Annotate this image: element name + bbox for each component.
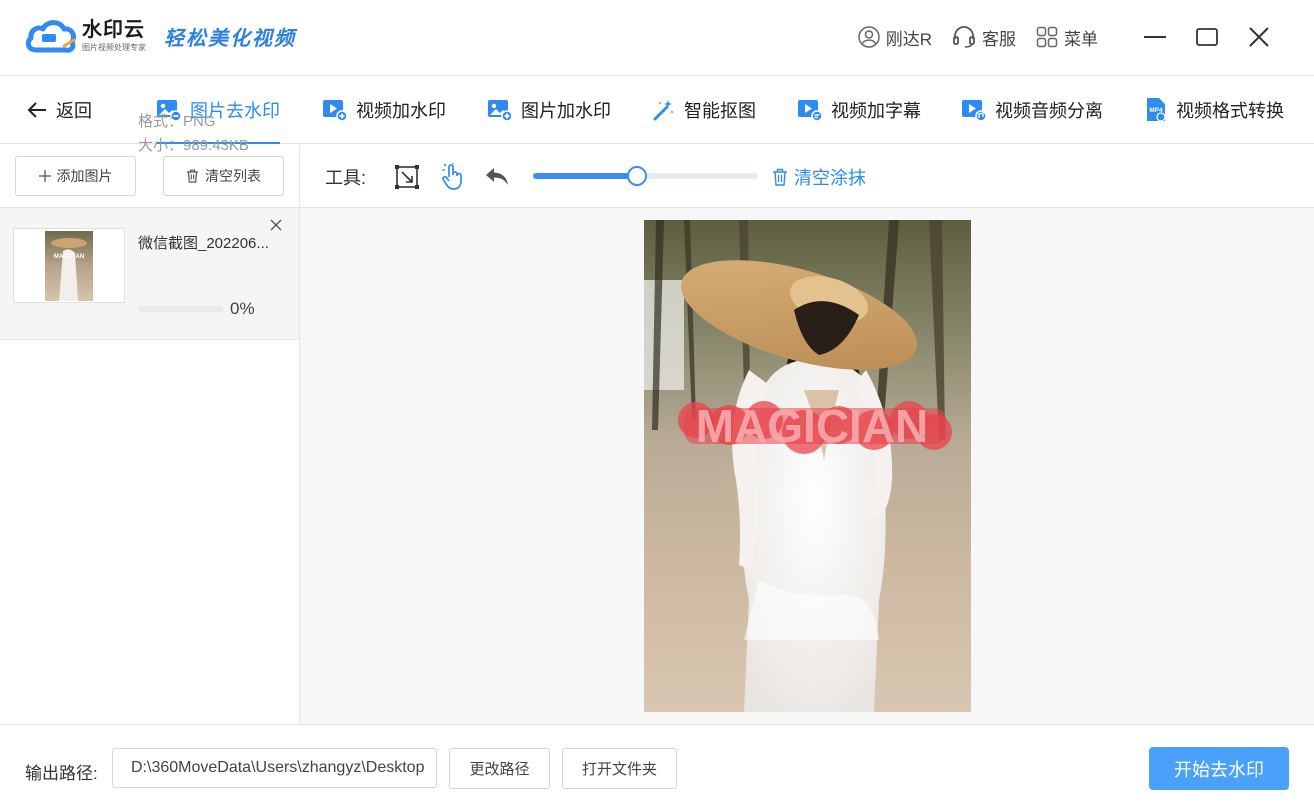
cloud-logo-icon [24,16,78,56]
start-remove-watermark-button[interactable]: 开始去水印 [1149,747,1289,790]
app-subtitle: 图片视频处理专家 [82,43,146,52]
file-thumbnail: MAGICIAN [13,228,125,303]
trash-icon [773,168,787,186]
tab-smart-cutout[interactable]: 智能抠图 [652,76,756,144]
title-bar: 水印云 图片视频处理专家 轻松美化视频 刚达R 客服 菜单 [0,0,1314,76]
output-path-label: 输出路径: [25,764,98,783]
file-format: 格式：PNG [138,113,216,130]
headset-icon [953,26,975,48]
edit-toolbar: 工具: 清空涂抹 [300,145,1314,208]
back-label: 返回 [56,101,92,121]
undo-icon [486,168,508,185]
tab-video-subtitle[interactable]: 视频加字幕 [797,76,921,144]
user-name: 刚达R [885,29,932,49]
maximize-icon [1196,28,1218,46]
watermark-text: MAGICIAN [696,400,929,452]
clear-paint-label: 清空涂抹 [794,168,866,188]
app-logo: 水印云 图片视频处理专家 [24,16,146,56]
add-image-label: 添加图片 [56,168,113,184]
watermark-mask: MAGICIAN [678,400,952,454]
bottom-action-bar: 输出路径: D:\360MoveData\Users\zhangyz\Deskt… [0,724,1314,810]
start-label: 开始去水印 [1174,759,1264,780]
rect-select-tool-button[interactable] [392,162,422,192]
change-path-label: 更改路径 [469,761,530,778]
tab-video-audio-split[interactable]: 视频音频分离 [961,76,1103,144]
menu-button[interactable]: 菜单 [1036,25,1098,50]
remove-file-button[interactable] [270,218,282,236]
arrow-left-icon [27,102,46,118]
tab-label: 视频音频分离 [995,101,1103,121]
file-list-item[interactable]: MAGICIAN 微信截图_202206... 格式：PNG 大小：989.43… [0,113,299,340]
trash-icon [187,169,198,183]
tab-label: 视频格式转换 [1176,101,1284,121]
undo-button[interactable] [482,162,512,192]
tools-label: 工具: [325,168,367,188]
user-account-button[interactable]: 刚达R [857,25,932,50]
tab-image-watermark-add[interactable]: 图片加水印 [487,76,611,144]
open-folder-label: 打开文件夹 [581,761,657,778]
tab-video-format-convert[interactable]: MP4 视频格式转换 [1144,76,1284,144]
output-path-field[interactable]: D:\360MoveData\Users\zhangyz\Desktop [112,748,437,788]
image-add-icon [488,100,513,122]
image-canvas: MAGICIAN [300,208,1314,724]
video-audio-icon [962,100,987,122]
file-name: 微信截图_202206... [138,235,269,252]
clear-paint-button[interactable]: 清空涂抹 [772,164,866,190]
video-subtitle-icon [798,100,823,122]
minimize-button[interactable] [1140,22,1170,52]
tab-video-watermark-add[interactable]: 视频加水印 [322,76,446,144]
customer-service-button[interactable]: 客服 [952,25,1016,50]
brush-tool-button[interactable] [438,162,468,192]
file-thumbnail-image: MAGICIAN [45,231,93,301]
clear-list-button[interactable]: 清空列表 [163,156,284,196]
close-window-button[interactable] [1244,22,1274,52]
rect-select-icon [395,165,419,189]
file-progress-text: 0% [230,299,255,318]
change-path-button[interactable]: 更改路径 [449,748,550,789]
grid-menu-icon [1036,26,1058,48]
customer-service-label: 客服 [982,29,1016,49]
file-list-panel: 添加图片 清空列表 MAGICIAN 微信截图_202206... 格式：PNG… [0,113,300,725]
app-name: 水印云 [82,19,145,41]
minimize-icon [1144,36,1166,38]
tab-label: 智能抠图 [684,101,756,121]
video-add-icon [323,100,348,122]
file-size: 大小：989.43KB [138,137,249,154]
brush-size-slider[interactable] [533,166,758,186]
open-folder-button[interactable]: 打开文件夹 [562,748,677,789]
mp4-icon: MP4 [1147,98,1166,122]
maximize-button[interactable] [1192,22,1222,52]
user-icon [857,26,880,48]
hand-pointer-icon [442,163,462,190]
plus-icon [38,170,51,182]
tab-label: 视频加字幕 [831,101,921,121]
close-icon [270,219,282,231]
brush-size-fill [533,173,637,179]
back-button[interactable]: 返回 [26,76,92,144]
tab-label: 图片加水印 [521,101,611,121]
app-slogan: 轻松美化视频 [164,26,296,50]
menu-label: 菜单 [1064,29,1098,49]
tab-label: 视频加水印 [356,101,446,121]
clear-list-label: 清空列表 [205,168,261,184]
brush-size-handle[interactable] [626,166,647,186]
preview-image[interactable]: MAGICIAN [644,220,971,712]
close-icon [1249,27,1269,47]
magic-wand-icon [653,100,674,121]
svg-text:MAGICIAN: MAGICIAN [54,254,84,260]
add-image-button[interactable]: 添加图片 [15,156,136,196]
file-progress-bar [138,306,224,312]
